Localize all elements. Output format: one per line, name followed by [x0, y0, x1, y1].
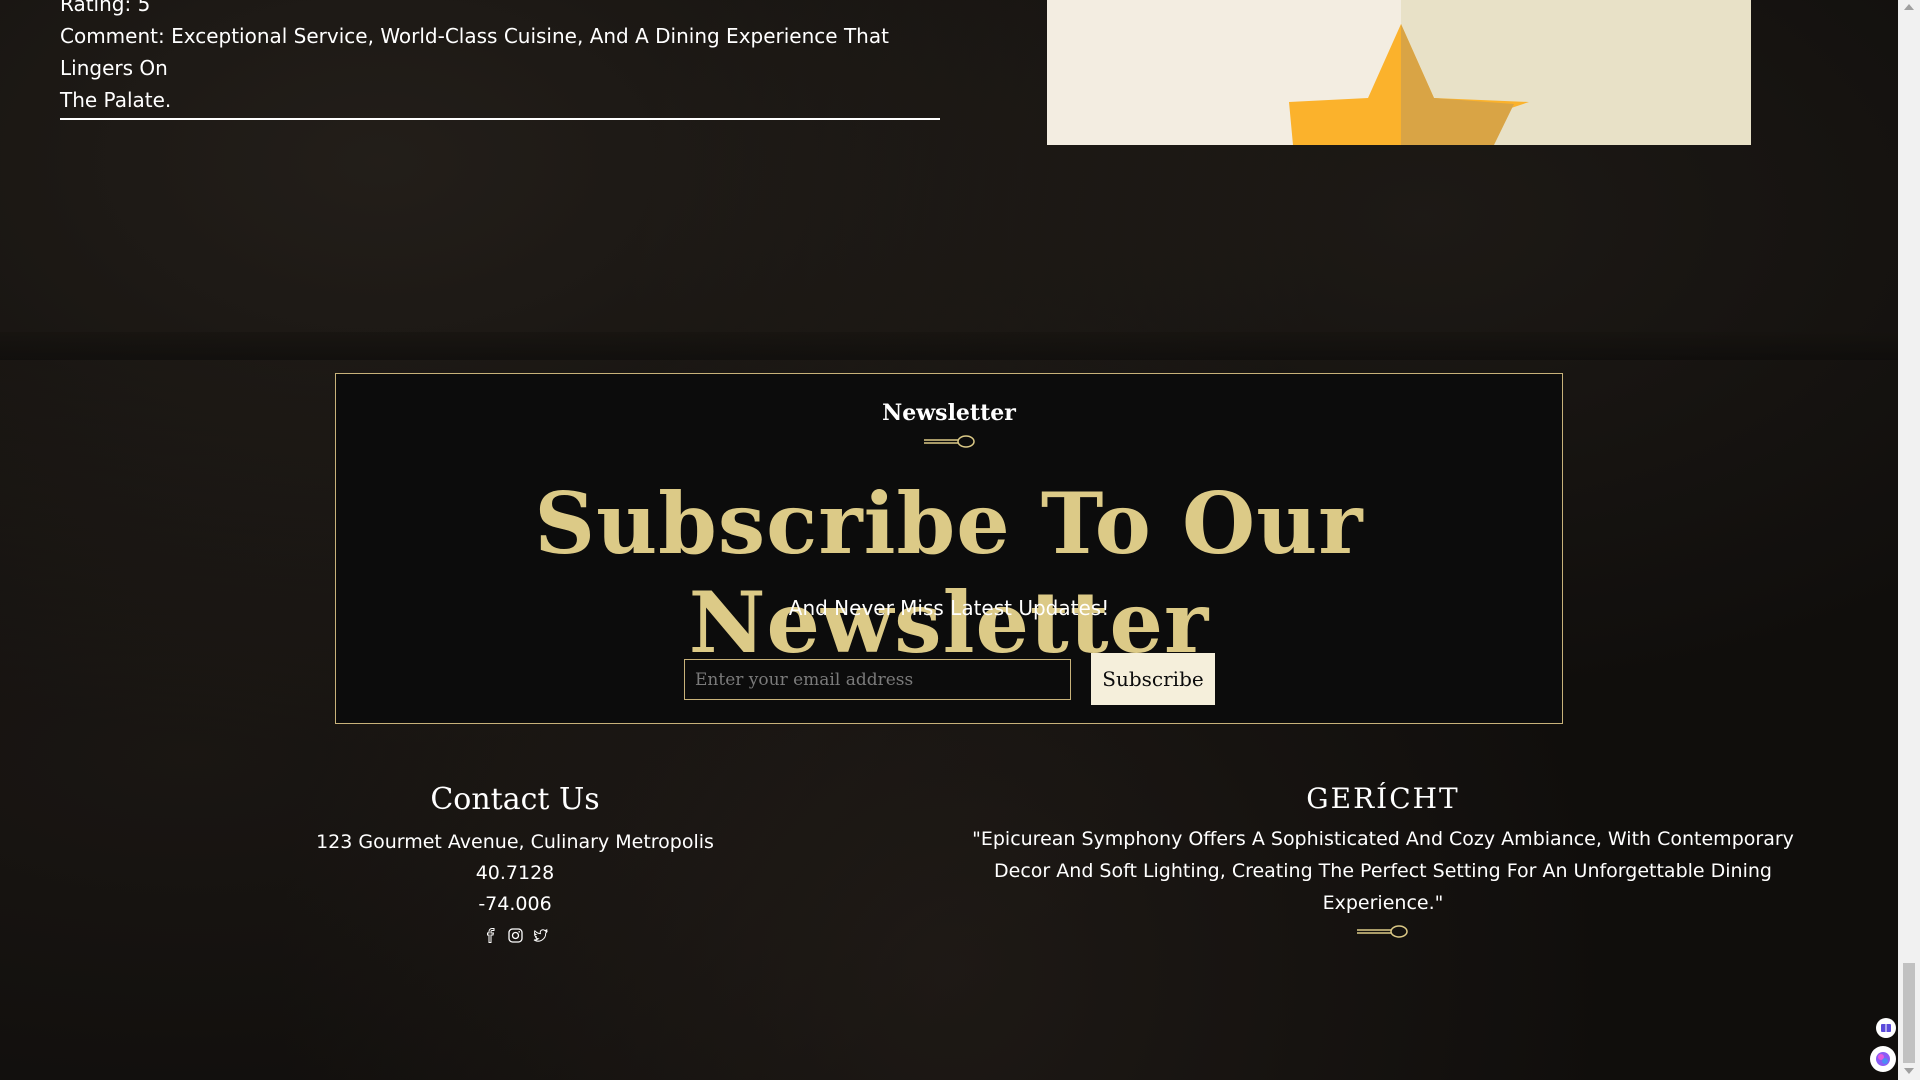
newsletter-description: And Never Miss Latest Updates!	[788, 596, 1110, 620]
instagram-icon[interactable]	[507, 928, 523, 943]
brand-section: GERÍCHT "Epicurean Symphony Offers A Sop…	[970, 782, 1796, 939]
contact-heading: Contact Us	[430, 782, 600, 817]
facebook-icon[interactable]	[483, 928, 498, 943]
contact-latitude: 40.7128	[475, 862, 555, 884]
brand-name: GERÍCHT	[1306, 782, 1460, 815]
scroll-down-arrow-icon[interactable]	[1904, 1068, 1914, 1074]
newsletter-title: Subscribe To Our Newsletter	[534, 474, 1364, 672]
extension-assistant-icon[interactable]	[1870, 1046, 1896, 1072]
newsletter-section: Newsletter Subscribe To Our Newsletter A…	[335, 373, 1563, 724]
scroll-up-arrow-icon[interactable]	[1904, 4, 1914, 10]
review-snippet: Rating: 5 Comment: Exceptional Service, …	[60, 0, 940, 120]
review-divider	[60, 118, 940, 120]
spoon-divider-icon	[1357, 925, 1408, 938]
review-comment-line-1: Comment: Exceptional Service, World-Clas…	[60, 24, 889, 80]
vertical-scrollbar[interactable]	[1898, 0, 1920, 1080]
twitter-icon[interactable]	[533, 928, 548, 943]
email-input[interactable]	[684, 659, 1071, 700]
extension-book-icon[interactable]	[1876, 1018, 1896, 1038]
contact-section: Contact Us 123 Gourmet Avenue, Culinary …	[270, 782, 760, 943]
contact-address: 123 Gourmet Avenue, Culinary Metropolis	[316, 831, 714, 853]
review-image-card	[1047, 0, 1751, 145]
spoon-divider-icon	[924, 435, 975, 448]
newsletter-subtitle: Newsletter	[882, 400, 1016, 426]
section-divider-band	[0, 332, 1898, 360]
brand-quote: "Epicurean Symphony Offers A Sophisticat…	[972, 828, 1794, 914]
review-rating: Rating: 5	[60, 0, 151, 16]
social-links	[270, 928, 760, 943]
star-icon	[1289, 24, 1529, 145]
review-comment-line-2: The Palate.	[60, 88, 172, 112]
scrollbar-thumb[interactable]	[1903, 963, 1915, 1063]
contact-longitude: -74.006	[478, 893, 552, 915]
subscribe-button[interactable]: Subscribe	[1091, 653, 1215, 705]
